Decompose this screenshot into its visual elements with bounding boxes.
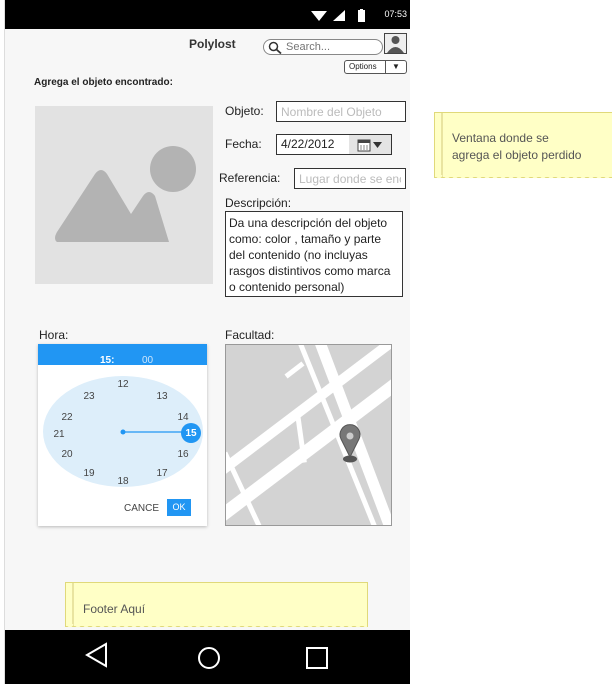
search-input[interactable]: [286, 40, 376, 54]
description-textarea[interactable]: Da una descripción del objeto como: colo…: [225, 211, 403, 297]
clock-number-selected[interactable]: 15: [181, 428, 201, 439]
clock-number[interactable]: 19: [79, 468, 99, 479]
clock-number[interactable]: 22: [57, 412, 77, 423]
clock-number[interactable]: 21: [49, 429, 69, 440]
description-line: o contenido personal): [229, 280, 345, 294]
options-dropdown[interactable]: Options ▼: [344, 60, 407, 74]
navigation-bar: [5, 630, 410, 684]
search-box[interactable]: [263, 39, 383, 55]
cellular-icon: [333, 10, 345, 21]
note-text: Footer Aquí: [83, 602, 146, 616]
image-icon: [55, 146, 196, 242]
calendar-icon: [357, 139, 382, 152]
form-heading: Agrega el objeto encontrado:: [34, 77, 173, 88]
description-line: como: color , tamaño y parte: [229, 232, 382, 246]
object-name-input[interactable]: [276, 101, 406, 122]
clock-number[interactable]: 23: [79, 391, 99, 402]
clock-number[interactable]: 12: [113, 379, 133, 390]
nav-icons: [85, 642, 328, 669]
search-icon: [268, 41, 282, 54]
cancel-button[interactable]: CANCE: [124, 503, 159, 514]
time-picker[interactable]: 15: 00 12 13 14 15 16 17 18 19 20 21 22 …: [38, 344, 207, 526]
date-field[interactable]: 4/22/2012: [276, 134, 350, 155]
wifi-icon: [311, 11, 327, 21]
object-label: Objeto:: [225, 104, 264, 118]
description-line: rasgos distintivos como marca: [229, 264, 391, 278]
faculty-label: Facultad:: [225, 328, 275, 342]
map-icon: [226, 345, 391, 525]
clock-number[interactable]: 16: [173, 449, 193, 460]
recents-icon: [306, 647, 328, 669]
options-label: Options: [349, 62, 377, 71]
user-avatar[interactable]: [384, 33, 407, 54]
status-time: 07:53: [384, 9, 407, 19]
time-label: Hora:: [39, 328, 69, 342]
description-label: Descripción:: [225, 196, 292, 210]
user-icon: [387, 36, 404, 53]
back-icon: [85, 642, 107, 668]
image-placeholder[interactable]: [35, 106, 213, 284]
home-icon: [198, 647, 220, 669]
app-title: Polylost: [189, 37, 236, 51]
faculty-map[interactable]: [225, 344, 392, 526]
ok-button[interactable]: OK: [167, 499, 191, 516]
chevron-down-icon: ▼: [385, 61, 406, 73]
note-line: agrega el objeto perdido: [452, 148, 582, 162]
reference-input[interactable]: [294, 168, 406, 189]
date-label: Fecha:: [225, 137, 262, 151]
status-bar: 07:53: [5, 0, 410, 29]
reference-label: Referencia:: [219, 171, 281, 185]
battery-icon: [358, 10, 365, 22]
note-line: Ventana donde se: [452, 131, 549, 145]
sticky-note-footer: Footer Aquí: [65, 582, 368, 630]
clock-number[interactable]: 14: [173, 412, 193, 423]
description-line: del contenido (no incluyas: [229, 248, 368, 262]
description-line: Da una descripción del objeto: [229, 216, 388, 230]
sticky-note-window: Ventana donde se agrega el objeto perdid…: [434, 112, 612, 181]
clock-number[interactable]: 20: [57, 449, 77, 460]
clock-number[interactable]: 18: [113, 476, 133, 487]
clock-number[interactable]: 13: [152, 391, 172, 402]
date-picker-button[interactable]: [349, 134, 392, 155]
signal-icons: [311, 9, 365, 22]
clock-number[interactable]: 17: [152, 468, 172, 479]
